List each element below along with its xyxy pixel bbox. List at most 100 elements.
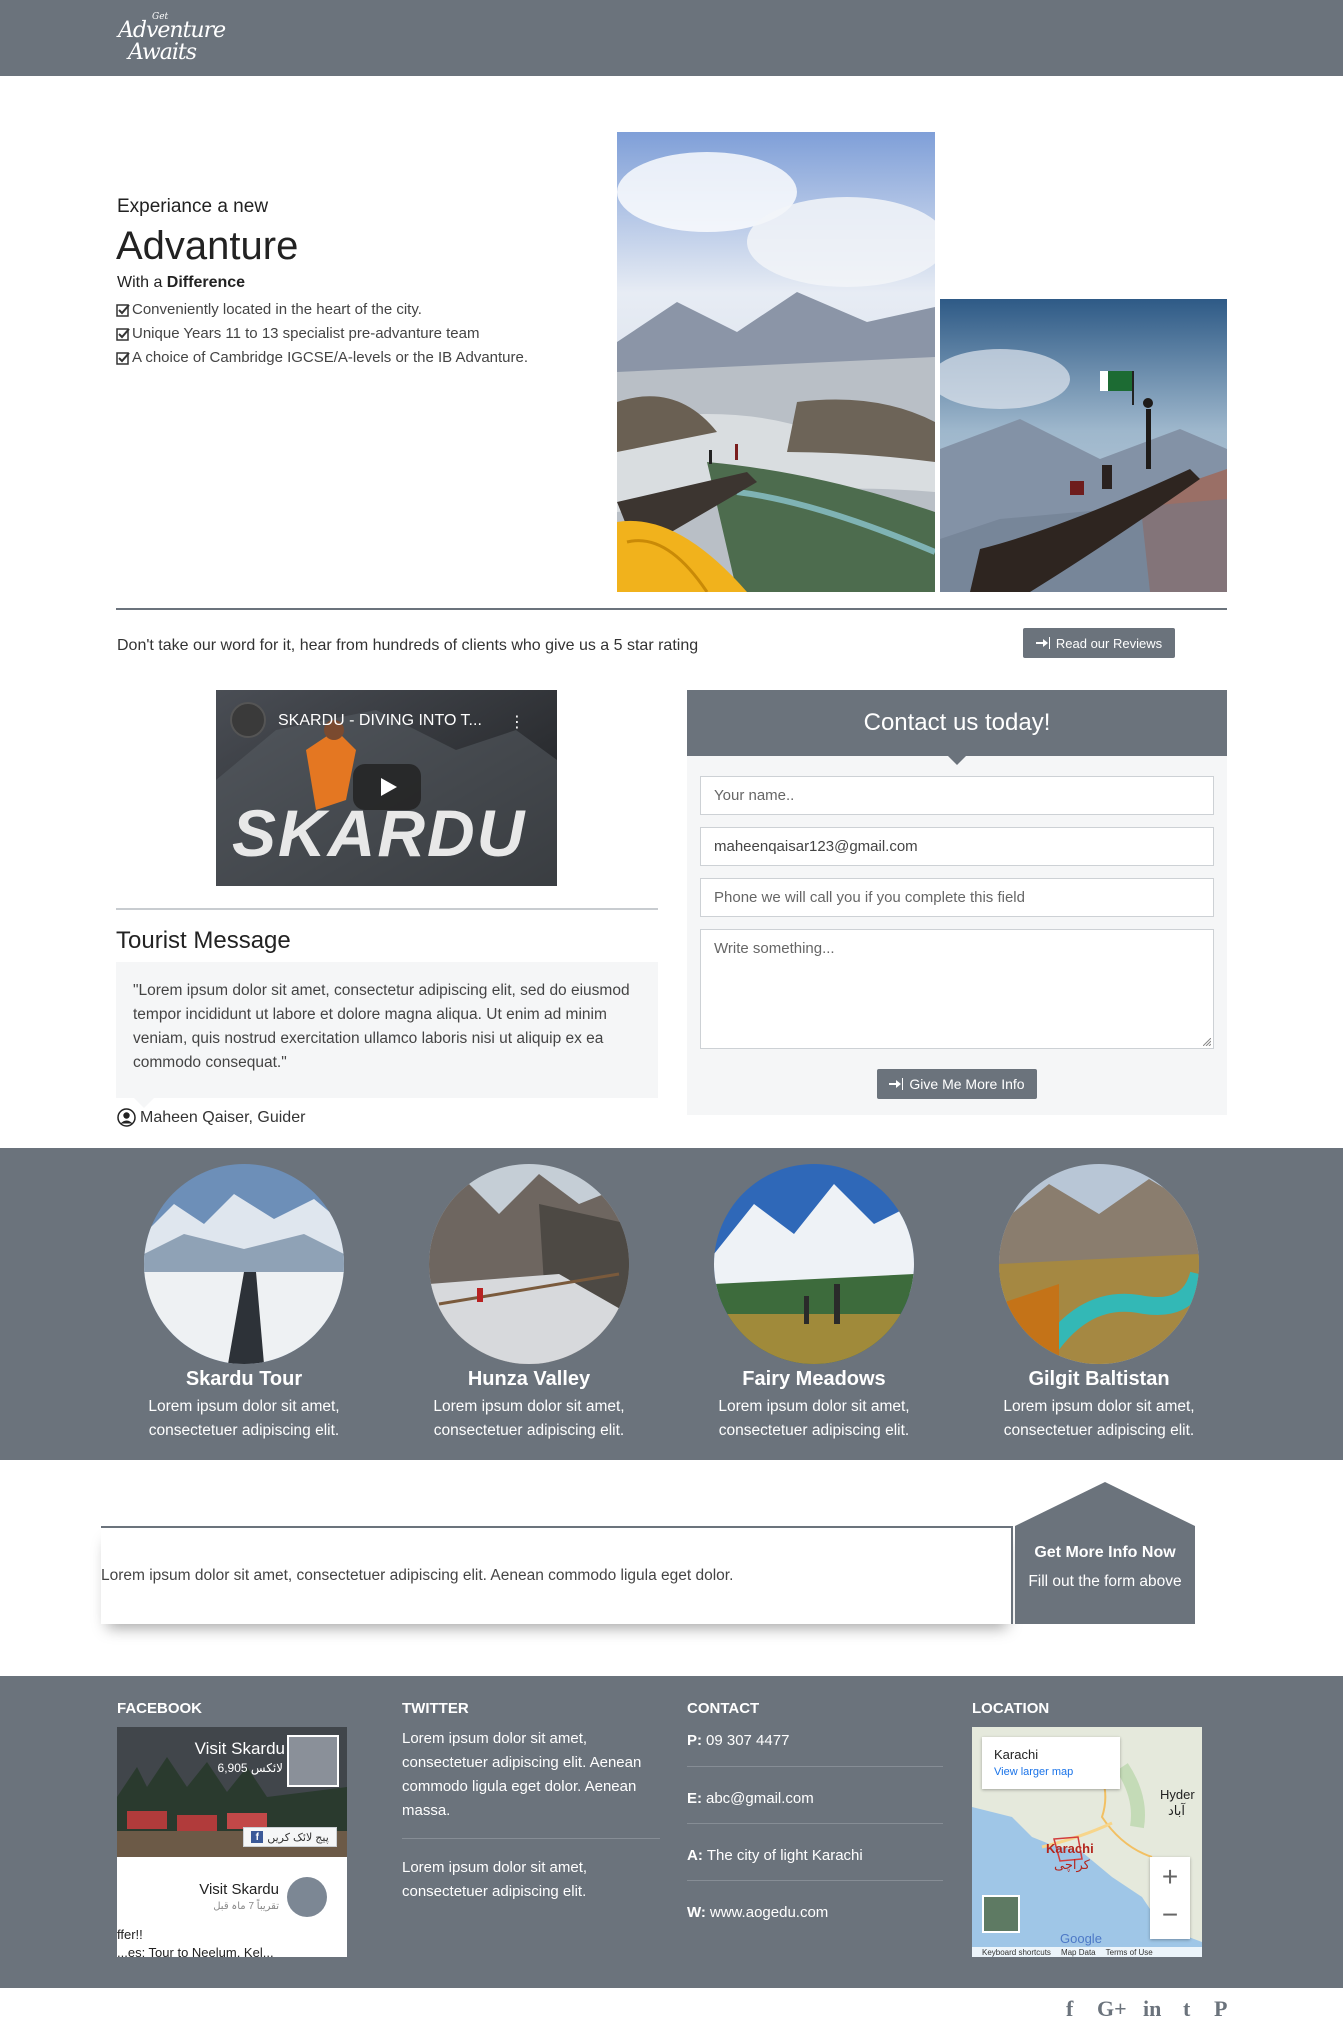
destination-image[interactable] — [714, 1164, 914, 1364]
destination-desc: Lorem ipsum dolor sit amet, consectetuer… — [979, 1395, 1219, 1443]
destination-image[interactable] — [144, 1164, 344, 1364]
message-textarea[interactable]: Write something... — [700, 929, 1214, 1049]
destination-image[interactable] — [999, 1164, 1199, 1364]
email-input[interactable]: maheenqaisar123@gmail.com — [700, 827, 1214, 866]
facebook-icon[interactable]: f — [1066, 1996, 1073, 2022]
checkbox-checked-icon — [116, 328, 130, 341]
site-logo[interactable]: Get Adventure Awaits — [114, 10, 226, 66]
tumblr-icon[interactable]: t — [1183, 1996, 1190, 2022]
destination-name: Skardu Tour — [185, 1368, 303, 1390]
destinations-section: Skardu Tour Lorem ipsum dolor sit amet, … — [0, 1148, 1343, 1460]
give-more-info-label: Give Me More Info — [909, 1076, 1025, 1092]
facebook-post-text: ...es: Tour to Neelum, Kel... — [117, 1945, 274, 1957]
facebook-cover: Visit Skardu 6,905 لائکس f پیج لائک کریں — [117, 1727, 347, 1857]
play-button[interactable] — [353, 764, 421, 810]
hero-feature-list: Conveniently located in the heart of the… — [116, 298, 528, 370]
map-satellite-toggle[interactable] — [982, 1895, 1020, 1933]
testimonial-quote-box: "Lorem ipsum dolor sit amet, consectetur… — [116, 962, 658, 1098]
destination-desc-line: consectetuer adipiscing elit. — [148, 1422, 340, 1439]
video-title[interactable]: SKARDU - DIVING INTO T... — [278, 712, 482, 730]
facebook-post-avatar[interactable] — [287, 1877, 327, 1917]
quote-pointer — [134, 1098, 154, 1108]
resize-handle-icon[interactable] — [1203, 1038, 1211, 1046]
contact-email-label: E: — [687, 1790, 702, 1807]
contact-email-value[interactable]: abc@gmail.com — [706, 1790, 814, 1807]
map-city-label: Karachi — [1046, 1841, 1094, 1856]
destination-desc-line: Lorem ipsum dolor sit amet, — [718, 1398, 910, 1415]
hero-feature-item: Conveniently located in the heart of the… — [116, 298, 528, 322]
destination-desc-line: Lorem ipsum dolor sit amet, — [1003, 1398, 1195, 1415]
youtube-video-embed[interactable]: SKARDU - DIVING INTO T... ⋮ SKARDU — [216, 690, 557, 886]
linkedin-icon[interactable]: in — [1143, 1996, 1161, 2022]
footer-divider — [687, 1823, 943, 1824]
give-more-info-button[interactable]: Give Me More Info — [877, 1069, 1037, 1099]
testimonial-title: Tourist Message — [116, 927, 291, 954]
facebook-post-author[interactable]: Visit Skardu — [199, 1881, 279, 1898]
destination-name: Gilgit Baltistan — [1028, 1368, 1170, 1390]
map-label-hyderabad-urdu: آباد — [1168, 1803, 1185, 1818]
facebook-like-label: پیج لائک کریں — [267, 1831, 329, 1844]
read-reviews-button[interactable]: Read our Reviews — [1023, 628, 1175, 658]
contact-form-pointer — [948, 756, 966, 765]
destination-desc-line: consectetuer adipiscing elit. — [718, 1422, 910, 1439]
contact-email: E: abc@gmail.com — [687, 1770, 943, 1827]
contact-form-title: Contact us today! — [687, 690, 1227, 756]
name-input[interactable]: Your name.. — [700, 776, 1214, 815]
more-options-icon[interactable]: ⋮ — [509, 712, 525, 732]
channel-avatar[interactable] — [230, 702, 266, 738]
hero-subtitle: Experiance a new — [117, 196, 269, 217]
destination-card[interactable]: Fairy Meadows Lorem ipsum dolor sit amet… — [694, 1164, 934, 1443]
hero-feature-text: Unique Years 11 to 13 specialist pre-adv… — [132, 325, 480, 342]
pinterest-icon[interactable]: P — [1214, 1996, 1227, 2022]
view-larger-map-link[interactable]: View larger map — [994, 1766, 1073, 1778]
map-city-urdu-label: کراچی — [1054, 1857, 1090, 1872]
checkbox-checked-icon — [116, 352, 130, 365]
map-zoom-control: + − — [1150, 1857, 1190, 1939]
hero-tagline: With a Difference — [117, 274, 245, 292]
testimonial-author-name: Maheen Qaiser, Guider — [140, 1108, 306, 1126]
google-map-embed[interactable]: Karachi View larger map Hyder آباد Karac… — [972, 1727, 1202, 1957]
zoom-in-button[interactable]: + — [1150, 1861, 1190, 1893]
footer-divider — [402, 1838, 660, 1839]
destination-image[interactable] — [429, 1164, 629, 1364]
hero-tagline-bold: Difference — [166, 274, 246, 291]
contact-address-label: A: — [687, 1847, 703, 1864]
contact-website-label: W: — [687, 1904, 706, 1921]
cta-heading[interactable]: Get More Info Now — [1015, 1544, 1195, 1562]
message-placeholder: Write something... — [714, 940, 835, 957]
contact-website-value[interactable]: www.aogedu.com — [710, 1904, 828, 1921]
contact-address-value: The city of light Karachi — [706, 1847, 863, 1864]
destination-desc-line: Lorem ipsum dolor sit amet, — [148, 1398, 340, 1415]
hero-photo-valley — [617, 132, 935, 592]
destination-card[interactable]: Skardu Tour Lorem ipsum dolor sit amet, … — [124, 1164, 364, 1443]
keyboard-shortcuts-link[interactable]: Keyboard shortcuts — [982, 1948, 1051, 1957]
hero-feature-text: A choice of Cambridge IGCSE/A-levels or … — [132, 349, 529, 366]
hero-photo-summit — [940, 299, 1227, 592]
top-navbar: Get Adventure Awaits — [0, 0, 1343, 76]
cta-subheading: Fill out the form above — [1028, 1573, 1182, 1590]
map-data-link[interactable]: Map Data — [1061, 1948, 1096, 1957]
hero-feature-text: Conveniently located in the heart of the… — [132, 301, 422, 318]
sign-in-arrow-icon — [1035, 637, 1050, 649]
footer-facebook-title: FACEBOOK — [117, 1700, 203, 1717]
zoom-out-button[interactable]: − — [1150, 1899, 1190, 1931]
destination-card[interactable]: Hunza Valley Lorem ipsum dolor sit amet,… — [409, 1164, 649, 1443]
reviews-tagline: Don't take our word for it, hear from hu… — [117, 637, 699, 654]
facebook-like-button[interactable]: f پیج لائک کریں — [243, 1827, 337, 1847]
facebook-page-name[interactable]: Visit Skardu — [195, 1739, 285, 1759]
destination-desc: Lorem ipsum dolor sit amet, consectetuer… — [409, 1395, 649, 1443]
facebook-page-widget[interactable]: Visit Skardu 6,905 لائکس f پیج لائک کریں… — [117, 1727, 347, 1957]
sign-in-arrow-icon — [889, 1078, 904, 1090]
logo-line-3: Awaits — [128, 40, 197, 65]
facebook-page-avatar[interactable] — [287, 1735, 339, 1787]
contact-phone: P: 09 307 4477 — [687, 1712, 943, 1769]
terms-link[interactable]: Terms of Use — [1106, 1948, 1153, 1957]
read-reviews-label: Read our Reviews — [1055, 635, 1163, 651]
google-plus-icon[interactable]: G+ — [1097, 1996, 1127, 2022]
contact-form: Contact us today! Your name.. maheenqais… — [687, 690, 1227, 1115]
facebook-post-text: ffer!! — [117, 1927, 143, 1942]
destination-card[interactable]: Gilgit Baltistan Lorem ipsum dolor sit a… — [979, 1164, 1219, 1443]
phone-input[interactable]: Phone we will call you if you complete t… — [700, 878, 1214, 917]
hero-tagline-prefix: With a — [117, 274, 163, 291]
tweet-text: Lorem ipsum dolor sit amet, consectetuer… — [402, 1730, 642, 1819]
